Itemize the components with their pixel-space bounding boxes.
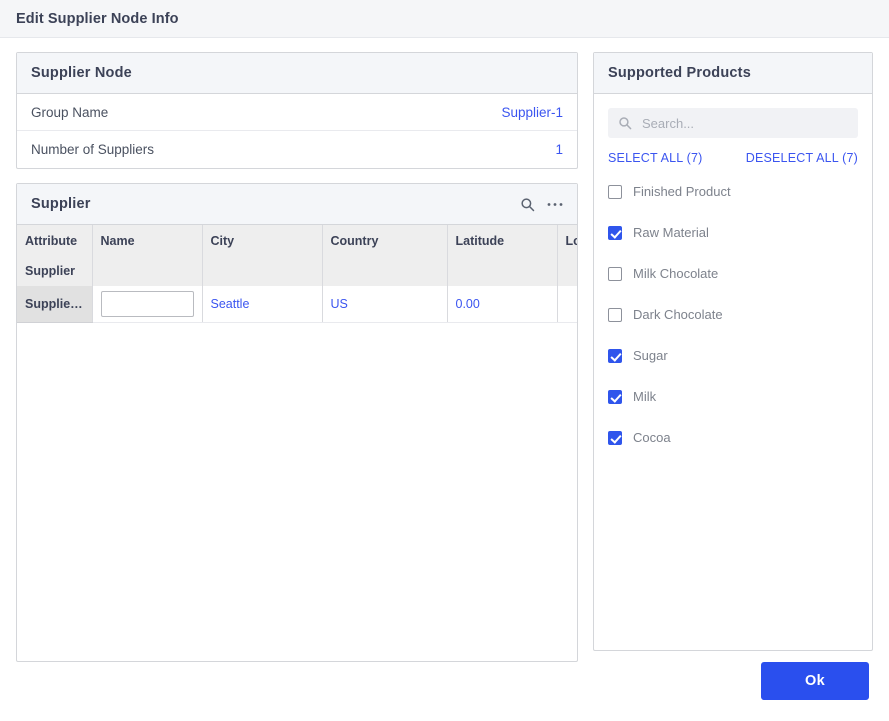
supplier-table-title: Supplier (31, 196, 91, 212)
product-item-raw-material[interactable]: Raw Material (608, 212, 858, 253)
supported-products-title: Supported Products (608, 65, 751, 81)
subheader-country (322, 256, 448, 286)
group-name-value[interactable]: Supplier-1 (501, 105, 563, 120)
dialog-title: Edit Supplier Node Info (16, 10, 179, 27)
product-label: Sugar (633, 348, 668, 363)
supplier-table-header: Supplier (17, 184, 577, 225)
subheader-name (92, 256, 203, 286)
column-header-name[interactable]: Name (92, 225, 203, 256)
number-of-suppliers-value[interactable]: 1 (555, 142, 563, 157)
subheader-supplier: Supplier (17, 256, 93, 286)
checkbox-icon[interactable] (608, 348, 622, 363)
product-item-finished-product[interactable]: Finished Product (608, 171, 858, 212)
select-actions-row: SELECT ALL (7) DESELECT ALL (7) (608, 151, 858, 165)
search-icon (618, 116, 632, 130)
cell-city[interactable]: Seattle (202, 286, 323, 323)
product-label: Milk Chocolate (633, 266, 719, 281)
supported-products-card: Supported Products SELECT ALL (7) DESELE… (593, 52, 873, 651)
product-item-sugar[interactable]: Sugar (608, 335, 858, 376)
column-header-country[interactable]: Country (322, 225, 448, 256)
checkbox-icon[interactable] (608, 307, 622, 322)
dialog-body: Supplier Node Group Name Supplier-1 Numb… (0, 38, 889, 721)
search-icon[interactable] (520, 197, 535, 212)
subheader-longitude (557, 256, 577, 286)
subheader-latitude (447, 256, 558, 286)
table-subheader-row: Supplier (17, 256, 577, 286)
right-column: Supported Products SELECT ALL (7) DESELE… (593, 52, 873, 651)
column-header-city[interactable]: City (202, 225, 323, 256)
product-item-dark-chocolate[interactable]: Dark Chocolate (608, 294, 858, 335)
product-item-milk[interactable]: Milk (608, 376, 858, 417)
left-column: Supplier Node Group Name Supplier-1 Numb… (16, 52, 578, 662)
group-name-row: Group Name Supplier-1 (17, 94, 577, 131)
product-item-milk-chocolate[interactable]: Milk Chocolate (608, 253, 858, 294)
table-row[interactable]: Supplier-1… Seattle US 0.00 (17, 286, 577, 323)
select-all-link[interactable]: SELECT ALL (7) (608, 151, 703, 165)
supplier-node-title: Supplier Node (31, 65, 132, 81)
supplier-table-card: Supplier Attribute Name City Country Lat… (16, 183, 578, 662)
group-name-label: Group Name (31, 104, 109, 120)
product-item-cocoa[interactable]: Cocoa (608, 417, 858, 458)
supported-products-body: SELECT ALL (7) DESELECT ALL (7) Finished… (594, 94, 872, 650)
table-header-row: Attribute Name City Country Latitude Lon… (17, 225, 577, 256)
dialog-titlebar: Edit Supplier Node Info (0, 0, 889, 38)
cell-latitude[interactable]: 0.00 (447, 286, 558, 323)
supported-products-header: Supported Products (594, 53, 872, 94)
column-header-attribute[interactable]: Attribute (17, 225, 93, 256)
ok-button[interactable]: Ok (761, 662, 869, 700)
supplier-table-scroll[interactable]: Attribute Name City Country Latitude Lon… (17, 225, 577, 661)
supplier-grid: Attribute Name City Country Latitude Lon… (17, 225, 577, 323)
cell-attribute[interactable]: Supplier-1… (17, 286, 93, 323)
checkbox-icon[interactable] (608, 389, 622, 404)
cell-longitude[interactable] (557, 286, 577, 323)
column-header-latitude[interactable]: Latitude (447, 225, 558, 256)
product-label: Milk (633, 389, 657, 404)
cell-name[interactable] (92, 286, 203, 323)
product-checkbox-list: Finished Product Raw Material Milk Choco… (608, 171, 858, 458)
product-label: Dark Chocolate (633, 307, 723, 322)
supplier-node-header: Supplier Node (17, 53, 577, 94)
supplier-name-input[interactable] (100, 290, 194, 317)
number-of-suppliers-row: Number of Suppliers 1 (17, 131, 577, 168)
product-label: Cocoa (633, 430, 671, 445)
number-of-suppliers-label: Number of Suppliers (31, 142, 155, 157)
subheader-city (202, 256, 323, 286)
product-search-input[interactable] (640, 114, 848, 132)
product-label: Finished Product (633, 184, 731, 199)
more-options-icon[interactable] (547, 202, 563, 207)
product-label: Raw Material (633, 225, 709, 240)
supplier-node-card: Supplier Node Group Name Supplier-1 Numb… (16, 52, 578, 169)
product-search-box[interactable] (608, 108, 858, 138)
deselect-all-link[interactable]: DESELECT ALL (7) (746, 151, 858, 165)
cell-country[interactable]: US (322, 286, 448, 323)
dialog-footer: Ok (0, 662, 889, 721)
checkbox-icon[interactable] (608, 266, 622, 281)
column-header-longitude[interactable]: Longitude (557, 225, 577, 256)
checkbox-icon[interactable] (608, 430, 622, 445)
checkbox-icon[interactable] (608, 184, 622, 199)
checkbox-icon[interactable] (608, 225, 622, 240)
